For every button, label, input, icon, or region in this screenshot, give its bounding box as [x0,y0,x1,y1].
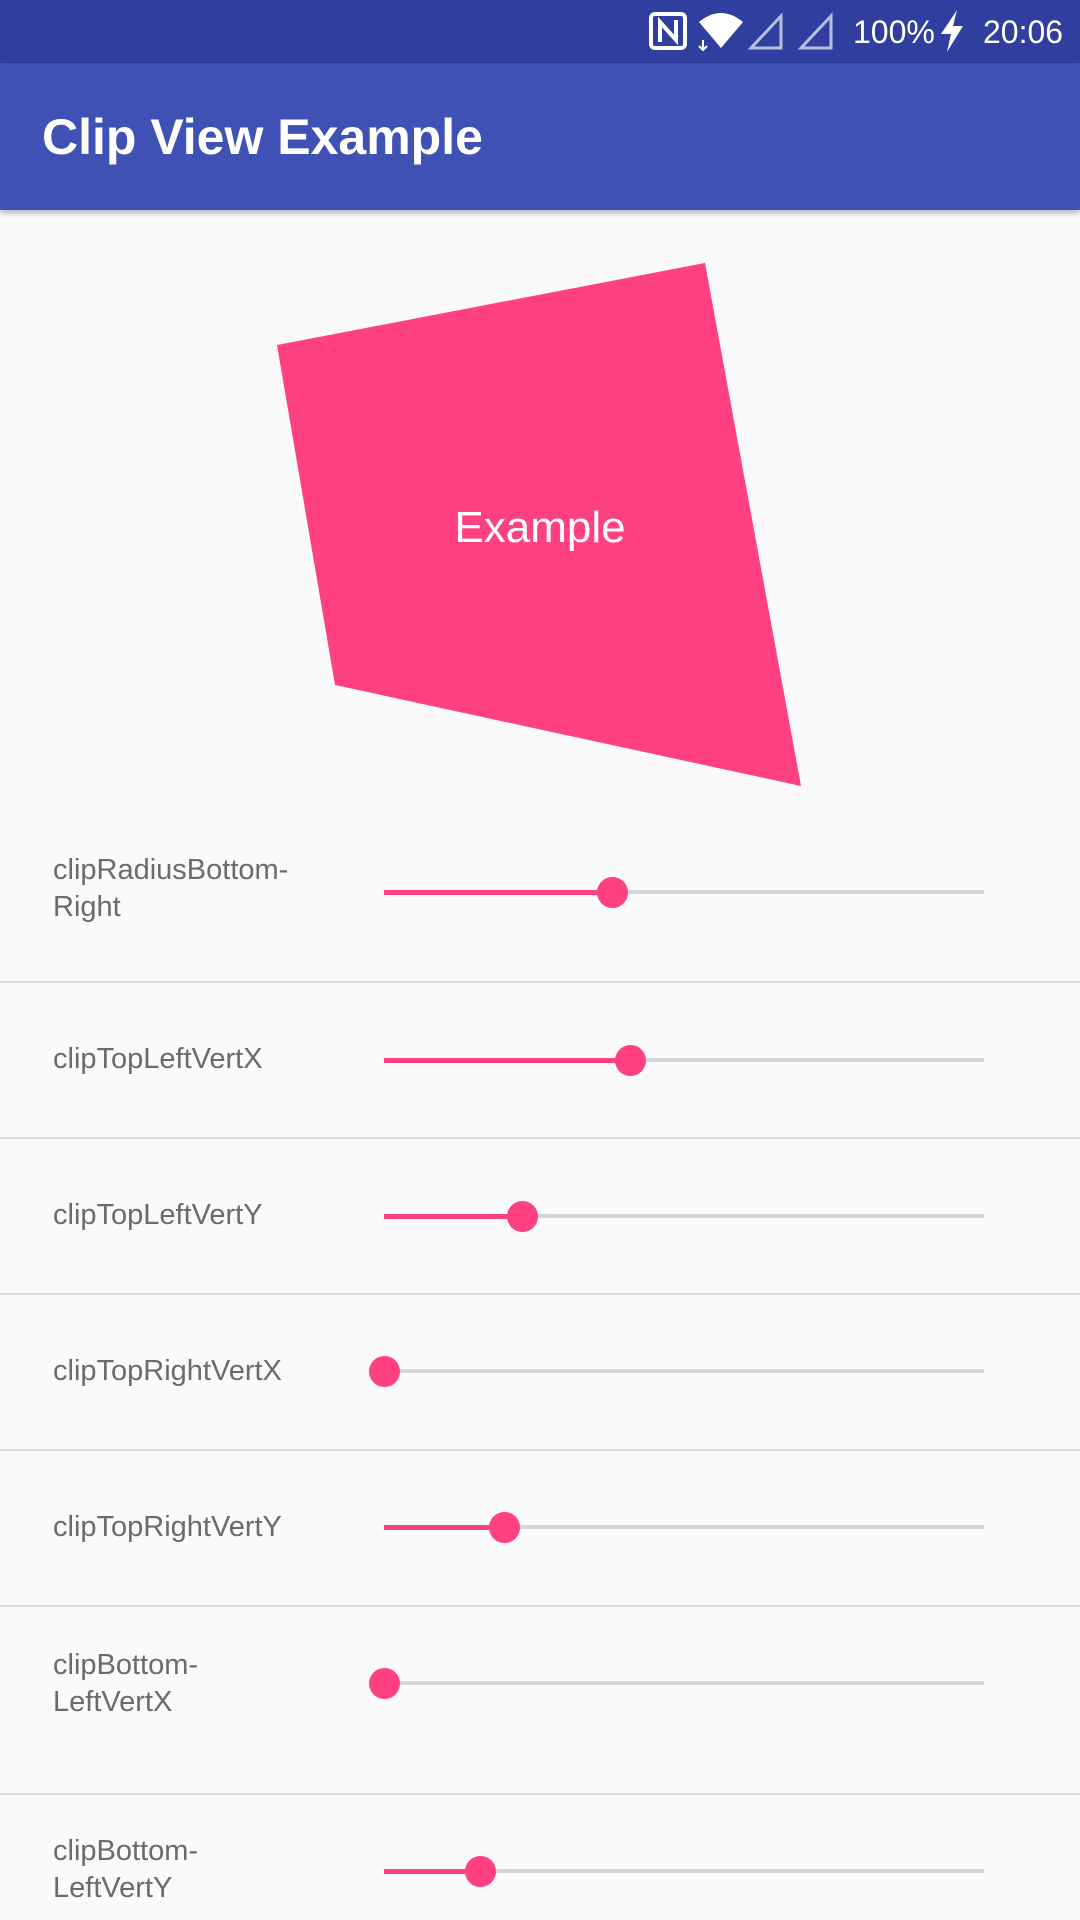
slider-track [384,1369,984,1373]
wifi-icon [698,13,743,52]
slider-row-clip-top-left-vert-x: clipTopLeftVertX [0,983,1080,1139]
slider-fill [384,1214,522,1219]
slider-fill [384,1525,504,1530]
slider-thumb[interactable] [597,877,628,908]
slider-fill [384,1058,630,1063]
battery-percentage: 100% [853,14,935,50]
clip-top-left-vert-y-slider[interactable] [384,1196,984,1236]
slider-label: clipBottom- LeftVertX [53,1649,199,1718]
preview-label: Example [454,503,626,552]
slider-thumb[interactable] [369,1668,400,1699]
slider-label: clipTopLeftVertX [53,1043,263,1075]
app-bar: Clip View Example [0,63,1080,210]
charging-icon [941,10,963,52]
slider-row-clip-radius-bottom-right: clipRadiusBottom- Right [0,820,1080,983]
clip-view-preview: Example [0,210,1080,820]
slider-thumb[interactable] [465,1856,496,1887]
status-bar: 100% 20:06 [0,0,1080,63]
slider-track [384,1681,984,1685]
clip-bottom-left-vert-x-slider[interactable] [369,1663,984,1703]
clip-radius-bottom-right-slider[interactable] [384,872,984,912]
nfc-icon [649,12,687,50]
clip-top-right-vert-x-slider[interactable] [369,1351,984,1391]
clip-top-right-vert-y-slider[interactable] [384,1507,984,1547]
slider-row-clip-top-right-vert-x: clipTopRightVertX [0,1295,1080,1451]
slider-fill [384,890,612,895]
slider-thumb[interactable] [507,1201,538,1232]
slider-row-clip-bottom-left-vert-x: clipBottom- LeftVertX [0,1607,1080,1795]
screen: 100% 20:06 Clip View Example Example cli… [0,0,1080,1920]
slider-row-clip-bottom-left-vert-y: clipBottom- LeftVertY [0,1795,1080,1920]
slider-label: clipTopRightVertY [53,1511,282,1543]
slider-row-clip-top-right-vert-y: clipTopRightVertY [0,1451,1080,1607]
slider-label: clipRadiusBottom- Right [53,854,289,923]
slider-row-clip-top-left-vert-y: clipTopLeftVertY [0,1139,1080,1295]
signal-icon [747,12,783,50]
slider-label: clipBottom- LeftVertY [53,1835,199,1904]
clock: 20:06 [983,14,1064,50]
slider-thumb[interactable] [489,1512,520,1543]
clip-bottom-left-vert-y-slider[interactable] [384,1851,984,1891]
slider-label: clipTopRightVertX [53,1355,282,1387]
slider-thumb[interactable] [615,1045,646,1076]
slider-thumb[interactable] [369,1356,400,1387]
signal-icon [797,12,833,50]
slider-label: clipTopLeftVertY [53,1199,263,1231]
app-title: Clip View Example [42,109,483,165]
clip-top-left-vert-x-slider[interactable] [384,1040,984,1080]
